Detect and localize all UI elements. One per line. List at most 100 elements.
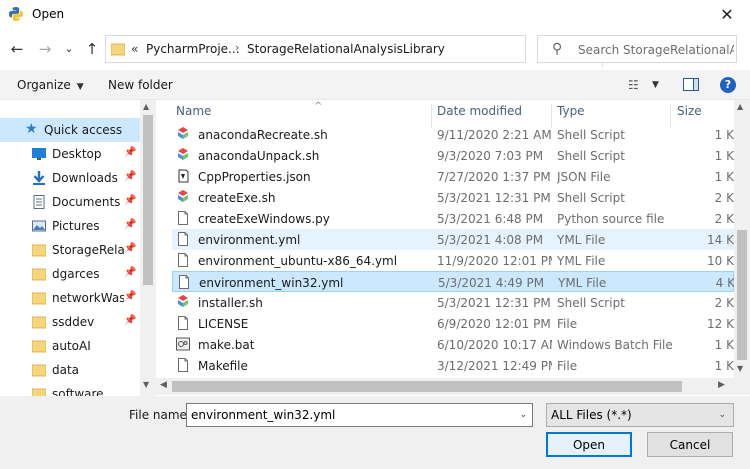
pin-icon[interactable]: 📌 [124, 315, 136, 326]
folder-icon [32, 364, 46, 377]
file-row[interactable]: Makefile 3/12/2021 12:49 PM File 1 K [172, 355, 734, 376]
recent-locations-button[interactable]: ⌄ [58, 38, 80, 60]
file-row[interactable]: anacondaUnpack.sh 9/3/2020 7:03 PM Shell S… [172, 145, 734, 166]
breadcrumb-segment[interactable]: PycharmProje... [146, 42, 240, 56]
pin-icon[interactable]: 📌 [124, 243, 136, 254]
sidebar-item-storagerelati[interactable]: StorageRelati📌 [0, 238, 140, 262]
sidebar-item-label: data [52, 363, 80, 377]
file-row[interactable]: make.bat 6/10/2020 10:17 AM Windows Batch … [172, 334, 734, 355]
search-input[interactable]: Search StorageRelationalAna... [578, 43, 734, 57]
document-icon [178, 316, 188, 330]
sidebar-item-desktop[interactable]: Desktop 📌 [0, 142, 140, 166]
file-row[interactable]: createExeWindows.py 5/3/2021 6:48 PM Pytho… [172, 208, 734, 229]
sidebar-item-pictures[interactable]: Pictures 📌 [0, 214, 140, 238]
scrollbar-thumb[interactable] [172, 381, 682, 392]
python-icon [9, 7, 23, 21]
file-name-label: File name: [129, 408, 191, 422]
sidebar-item-documents[interactable]: Documents 📌 [0, 190, 140, 214]
file-row[interactable]: environment.yml 5/3/2021 4:08 PM YML File 1… [172, 229, 734, 250]
file-type: JSON File [557, 170, 611, 184]
file-type: YML File [558, 276, 607, 290]
cancel-button[interactable]: Cancel [647, 432, 733, 457]
file-name: LICENSE [198, 317, 249, 331]
shell-script-icon [178, 190, 188, 202]
pin-icon[interactable]: 📌 [124, 219, 136, 230]
sidebar-item-quick-access[interactable]: ★ Quick access [0, 118, 140, 142]
file-row[interactable]: environment_win32.yml 5/3/2021 4:49 PM YML… [172, 271, 735, 292]
file-name: make.bat [198, 338, 255, 352]
scroll-up-arrow[interactable]: ▲ [737, 102, 743, 111]
file-date-modified: 3/12/2021 12:49 PM [437, 359, 552, 373]
scrollbar-thumb[interactable] [737, 230, 747, 360]
file-name-value[interactable]: environment_win32.yml [191, 408, 335, 422]
new-folder-button[interactable]: New folder [108, 78, 173, 92]
file-row[interactable]: LICENSE 6/9/2020 12:01 PM File 12 K [172, 313, 734, 334]
scrollbar-thumb[interactable] [143, 115, 153, 285]
sidebar-item-networkwass[interactable]: networkWass 📌 [0, 286, 140, 310]
breadcrumb-segment[interactable]: StorageRelationalAnalysisLibrary [247, 42, 445, 56]
address-overflow-button[interactable]: « [131, 42, 138, 56]
sidebar-item-label: autoAI [52, 339, 91, 353]
chevron-down-icon[interactable]: ▼ [652, 80, 659, 90]
document-icon [179, 275, 189, 289]
sidebar-item-label: StorageRelati [52, 243, 124, 257]
file-size: 2 K [714, 212, 734, 226]
sidebar-item-label: networkWass [52, 291, 124, 305]
scroll-up-arrow[interactable]: ▲ [143, 102, 149, 111]
file-row[interactable]: createExe.sh 5/3/2021 12:31 PM Shell Scrip… [172, 187, 734, 208]
pin-icon[interactable]: 📌 [124, 267, 136, 278]
chevron-down-icon[interactable]: ⌄ [519, 410, 527, 420]
close-button[interactable]: ✕ [704, 0, 750, 30]
file-row[interactable]: CppProperties.json 7/27/2020 1:37 PM JSON … [172, 166, 734, 187]
address-bar[interactable]: « PycharmProje... › StorageRelationalAna… [105, 35, 623, 67]
file-date-modified: 6/9/2020 12:01 PM [437, 317, 551, 331]
organize-label: Organize [17, 78, 71, 92]
breadcrumb-separator[interactable]: › [235, 41, 239, 54]
file-row[interactable]: installer.sh 5/3/2021 12:31 PM Shell Scrip… [172, 292, 734, 313]
pin-icon[interactable]: 📌 [124, 147, 136, 158]
file-row[interactable]: anacondaRecreate.sh 9/11/2020 2:21 AM Shel… [172, 124, 734, 145]
file-list-vertical-scrollbar[interactable]: ▲ ▼ [734, 100, 750, 378]
file-list-horizontal-scrollbar[interactable]: ◀ ▶ [156, 378, 750, 395]
back-button[interactable]: ← [6, 38, 28, 60]
preview-pane-icon[interactable] [683, 78, 699, 91]
file-size: 2 K [714, 191, 734, 205]
scroll-down-arrow[interactable]: ▼ [143, 380, 149, 389]
organize-button[interactable]: Organize ▼ [17, 78, 84, 92]
folder-icon [32, 388, 46, 396]
forward-button[interactable]: → [34, 38, 56, 60]
open-button[interactable]: Open [546, 432, 632, 457]
sidebar-item-label: Desktop [52, 147, 102, 161]
shell-script-icon [178, 127, 188, 139]
sidebar-item-dgarces[interactable]: dgarces 📌 [0, 262, 140, 286]
file-type: YML File [557, 233, 606, 247]
pin-icon[interactable]: 📌 [124, 195, 136, 206]
file-name-input[interactable]: environment_win32.yml ⌄ [186, 403, 533, 427]
navigation-bar: ← → ⌄ ↑ « PycharmProje... › StorageRelat… [0, 32, 750, 68]
sidebar-item-software[interactable]: software [0, 382, 140, 396]
file-size: 1 K [714, 128, 734, 142]
search-box[interactable]: ⚲ Search StorageRelationalAna... [537, 35, 737, 63]
sidebar-item-label: dgarces [52, 267, 100, 281]
sidebar-item-autoai[interactable]: autoAI [0, 334, 140, 358]
sidebar-item-ssddev[interactable]: ssddev 📌 [0, 310, 140, 334]
scroll-right-arrow[interactable]: ▶ [718, 380, 725, 390]
file-name: environment_win32.yml [199, 276, 344, 290]
file-type: Shell Script [557, 128, 625, 142]
column-header-label: Name [176, 104, 212, 118]
sidebar-item-downloads[interactable]: Downloads 📌 [0, 166, 140, 190]
file-row[interactable]: environment_ubuntu-x86_64.yml 11/9/2020 1… [172, 250, 734, 271]
change-view-button[interactable]: ☷ [628, 78, 639, 92]
sidebar-item-data[interactable]: data [0, 358, 140, 382]
folder-icon [32, 316, 46, 329]
file-type-value: ALL Files (*.*) [551, 408, 632, 422]
scroll-left-arrow[interactable]: ◀ [160, 380, 167, 390]
pin-icon[interactable]: 📌 [124, 291, 136, 302]
navigation-scrollbar[interactable]: ▲ ▼ [140, 100, 156, 396]
help-icon[interactable]: ? [720, 77, 736, 93]
scroll-down-arrow[interactable]: ▼ [737, 364, 743, 373]
up-button[interactable]: ↑ [81, 38, 103, 60]
file-type-filter[interactable]: ALL Files (*.*) ⌄ [546, 403, 734, 427]
pin-icon[interactable]: 📌 [124, 171, 136, 182]
document-icon [178, 253, 188, 267]
